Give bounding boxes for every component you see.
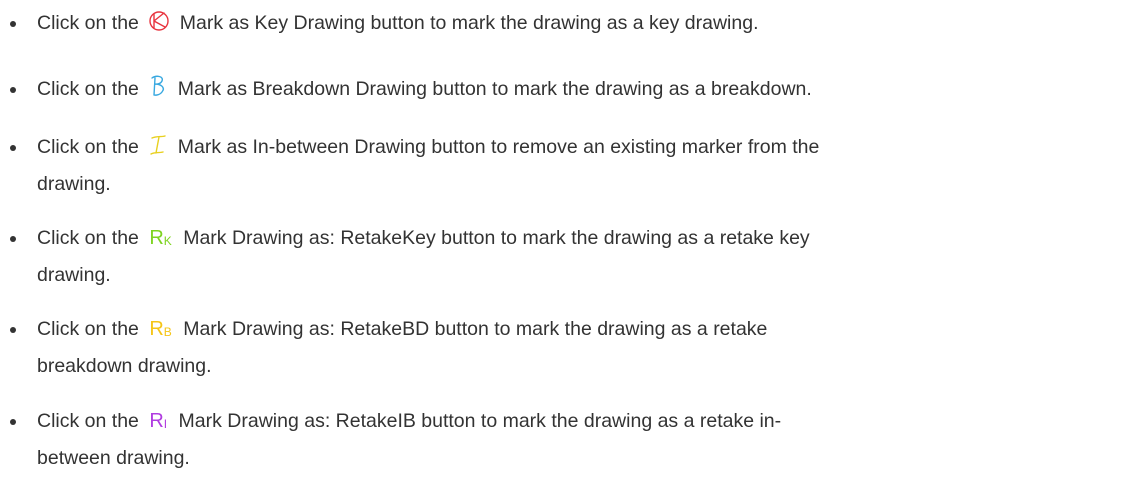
inbetween-drawing-icon	[148, 133, 168, 167]
suffix-text-continued: drawing.	[37, 264, 111, 286]
bullet	[10, 87, 16, 93]
breakdown-drawing-icon	[148, 74, 168, 109]
list-item-text: Click on the RB Mark Drawing as: RetakeB…	[37, 312, 1117, 383]
list-item-text: Click on the Mark as In-between Drawing …	[37, 130, 1117, 201]
bullet	[10, 145, 16, 151]
suffix-text-continued: breakdown drawing.	[37, 355, 212, 377]
suffix-text-continued: drawing.	[37, 173, 111, 195]
prefix-text: Click on the	[37, 78, 139, 100]
suffix-text: Mark as Key Drawing button to mark the d…	[179, 12, 759, 34]
prefix-text: Click on the	[37, 12, 139, 34]
list-item-text: Click on the RI Mark Drawing as: RetakeI…	[37, 404, 1117, 475]
retake-breakdown-icon: RB	[149, 318, 172, 340]
bullet	[10, 327, 16, 333]
list-item-text: Click on the RK Mark Drawing as: RetakeK…	[37, 221, 1117, 292]
bullet	[10, 236, 16, 242]
retake-key-icon: RK	[149, 227, 172, 249]
bullet	[10, 21, 16, 27]
list-item-text: Click on the Mark as Breakdown Drawing b…	[37, 72, 1117, 109]
suffix-text: Mark as Breakdown Drawing button to mark…	[177, 78, 812, 100]
prefix-text: Click on the	[37, 318, 139, 340]
prefix-text: Click on the	[37, 136, 139, 158]
suffix-text: Mark Drawing as: RetakeKey button to mar…	[183, 227, 810, 249]
key-drawing-icon	[148, 9, 170, 43]
suffix-text-continued: between drawing.	[37, 447, 190, 469]
bullet	[10, 419, 16, 425]
suffix-text: Mark Drawing as: RetakeIB button to mark…	[178, 410, 782, 432]
suffix-text: Mark as In-between Drawing button to rem…	[177, 136, 820, 158]
retake-inbetween-icon: RI	[149, 410, 168, 432]
list-item-text: Click on the Mark as Key Drawing button …	[37, 6, 1117, 43]
suffix-text: Mark Drawing as: RetakeBD button to mark…	[183, 318, 768, 340]
prefix-text: Click on the	[37, 410, 139, 432]
prefix-text: Click on the	[37, 227, 139, 249]
